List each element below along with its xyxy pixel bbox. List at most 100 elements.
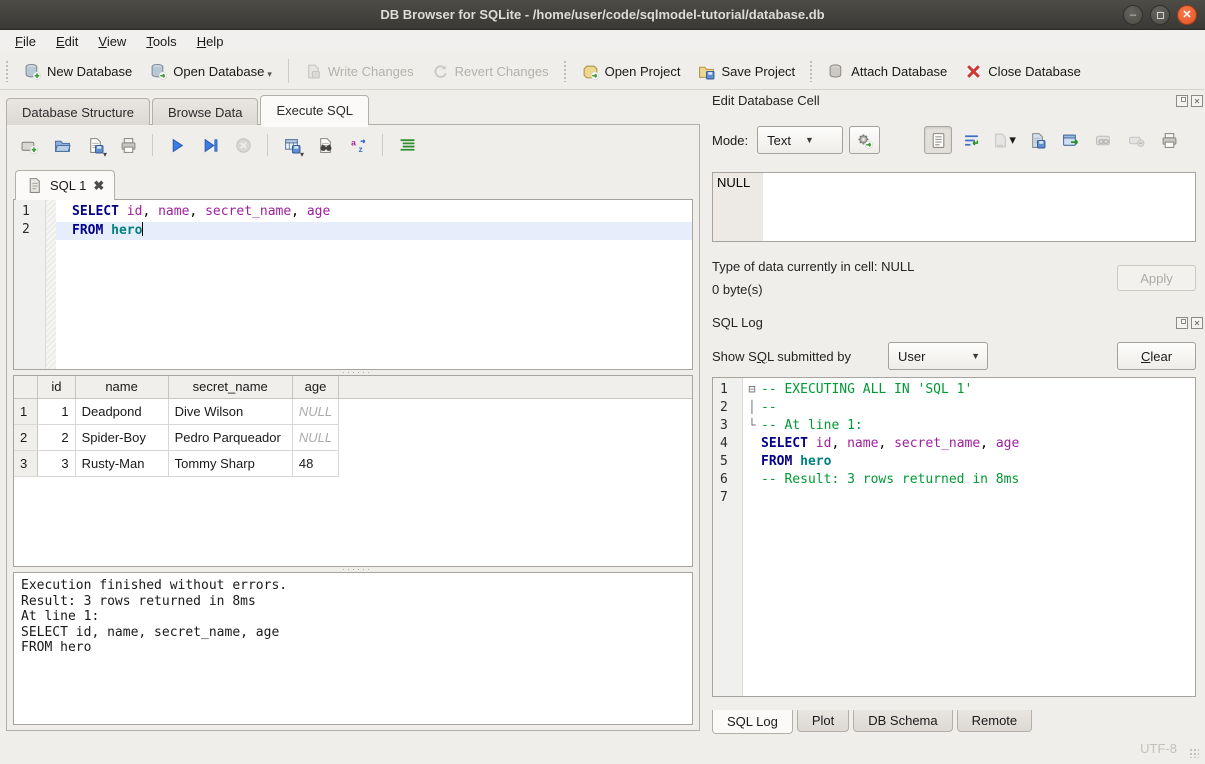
execution-message-box[interactable]: Execution finished without errors. Resul… (13, 572, 693, 725)
revert-changes-button[interactable]: Revert Changes (423, 58, 558, 85)
save-sql-file-button[interactable]: ▾ (85, 135, 105, 155)
import-from-file-button[interactable]: ▾ (990, 126, 1018, 154)
bottom-tab-sql-log[interactable]: SQL Log (712, 710, 793, 734)
attach-database-button[interactable]: Attach Database (819, 58, 956, 85)
write-changes-button[interactable]: Write Changes (296, 58, 423, 85)
menu-tools[interactable]: Tools (136, 32, 186, 51)
bottom-tab-remote[interactable]: Remote (957, 710, 1033, 732)
export-to-file-button[interactable] (1023, 126, 1051, 154)
resize-grip-icon[interactable] (1189, 748, 1199, 758)
fold-marker-icon (743, 490, 761, 508)
tab-database-structure[interactable]: Database Structure (6, 98, 150, 125)
close-panel-icon[interactable]: ✕ (1191, 95, 1203, 107)
column-header-age[interactable]: age (292, 376, 338, 398)
corner-header[interactable] (14, 376, 38, 398)
menu-view[interactable]: View (88, 32, 136, 51)
open-sql-file-button[interactable] (52, 135, 72, 155)
print-sql-button[interactable] (118, 135, 138, 155)
open-database-button[interactable]: Open Database▾ (141, 58, 281, 85)
minimize-button[interactable]: – (1123, 5, 1143, 25)
fold-marker-icon (743, 436, 761, 454)
column-header-name[interactable]: name (75, 376, 168, 398)
cell-mode-select[interactable]: Text ▼ (757, 126, 843, 154)
stop-execution-button[interactable] (233, 135, 253, 155)
fold-marker-icon[interactable]: ⊟ (743, 382, 761, 400)
save-project-button[interactable]: Save Project (689, 58, 804, 85)
sql-token: id (127, 204, 143, 219)
results-grid[interactable]: idnamesecret_nameage11DeadpondDive Wilso… (13, 375, 693, 567)
new-database-button[interactable]: New Database (15, 58, 141, 85)
code-line[interactable]: SELECT id, name, secret_name, age (56, 204, 692, 222)
clear-button[interactable]: Clear (1117, 342, 1196, 370)
table-row[interactable]: 22Spider-BoyPedro ParqueadorNULL (14, 424, 692, 450)
sql-log-view[interactable]: 1234567 ⊟ -- EXECUTING ALL IN 'SQL 1' │ … (712, 377, 1196, 697)
cell-secret_name[interactable]: Pedro Parqueador (168, 424, 292, 450)
cell-name[interactable]: Deadpond (75, 398, 168, 424)
cell-age[interactable]: 48 (292, 450, 338, 476)
menu-help[interactable]: Help (187, 32, 234, 51)
cell-name[interactable]: Spider-Boy (75, 424, 168, 450)
tab-browse-data[interactable]: Browse Data (152, 98, 258, 125)
code-line[interactable]: FROM hero (56, 222, 692, 240)
print-cell-button[interactable] (1155, 126, 1183, 154)
sql-log-filter-select[interactable]: User ▼ (888, 342, 988, 370)
row-header[interactable]: 3 (14, 450, 38, 476)
cell-age[interactable]: NULL (292, 398, 338, 424)
cell-id[interactable]: 3 (38, 450, 75, 476)
set-null-button[interactable] (1122, 126, 1150, 154)
text-mode-button[interactable] (924, 126, 952, 154)
bottom-tab-plot[interactable]: Plot (797, 710, 849, 732)
word-wrap-icon (963, 132, 980, 149)
maximize-button[interactable] (1150, 5, 1170, 25)
cell-secret_name[interactable]: Tommy Sharp (168, 450, 292, 476)
close-button[interactable]: ✕ (1177, 5, 1197, 25)
row-header[interactable]: 2 (14, 424, 38, 450)
float-panel-icon[interactable] (1176, 95, 1188, 107)
gear-apply-format-button[interactable] (849, 126, 880, 154)
bottom-tab-db-schema[interactable]: DB Schema (853, 710, 952, 732)
execute-all-button[interactable] (167, 135, 187, 155)
float-panel-icon[interactable] (1176, 317, 1188, 329)
cell-age[interactable]: NULL (292, 424, 338, 450)
word-wrap-button[interactable] (957, 126, 985, 154)
edit-cell-dock-controls: ✕ (1176, 95, 1203, 107)
cell-secret_name[interactable]: Dive Wilson (168, 398, 292, 424)
execute-current-line-button[interactable] (200, 135, 220, 155)
close-database-button[interactable]: Close Database (956, 58, 1090, 85)
cell-value-editor[interactable]: NULL (712, 172, 1196, 242)
open-project-button[interactable]: Open Project (573, 58, 690, 85)
close-panel-icon[interactable]: ✕ (1191, 317, 1203, 329)
save-results-button[interactable]: ▾ (282, 135, 302, 155)
cell-id[interactable]: 1 (38, 398, 75, 424)
column-header-id[interactable]: id (38, 376, 75, 398)
toolbar-grip[interactable] (563, 60, 567, 82)
find-button[interactable] (315, 135, 335, 155)
title-bar[interactable]: DB Browser for SQLite - /home/user/code/… (0, 0, 1205, 30)
cell-id[interactable]: 2 (38, 424, 75, 450)
log-line: └ -- At line 1: (743, 418, 1195, 436)
menu-edit[interactable]: Edit (46, 32, 88, 51)
save-sql-file-icon (87, 137, 104, 154)
editor-code-area[interactable]: SELECT id, name, secret_name, ageFROM he… (56, 200, 692, 369)
sql-code-editor[interactable]: 12 SELECT id, name, secret_name, ageFROM… (13, 199, 693, 370)
row-header[interactable]: 1 (14, 398, 38, 424)
link-data-button[interactable] (1089, 126, 1117, 154)
new-sql-tab-button[interactable] (19, 135, 39, 155)
window-controls: –✕ (1123, 5, 1197, 25)
table-row[interactable]: 33Rusty-ManTommy Sharp48 (14, 450, 692, 476)
print-sql-icon (120, 137, 137, 154)
cell-name[interactable]: Rusty-Man (75, 450, 168, 476)
table-row[interactable]: 11DeadpondDive WilsonNULL (14, 398, 692, 424)
chevron-down-icon: ▼ (805, 135, 814, 145)
close-tab-icon[interactable]: ✖ (93, 178, 104, 194)
column-header-secret_name[interactable]: secret_name (168, 376, 292, 398)
menu-file[interactable]: File (5, 32, 46, 51)
auto-format-button[interactable] (397, 135, 417, 155)
sql-editor-tab[interactable]: SQL 1 ✖ (15, 170, 115, 200)
toolbar-grip[interactable] (809, 60, 813, 82)
find-replace-button[interactable]: az (348, 135, 368, 155)
toolbar-grip[interactable] (5, 60, 9, 82)
open-in-external-button[interactable] (1056, 126, 1084, 154)
tab-execute-sql[interactable]: Execute SQL (260, 95, 369, 125)
apply-button[interactable]: Apply (1117, 265, 1196, 291)
